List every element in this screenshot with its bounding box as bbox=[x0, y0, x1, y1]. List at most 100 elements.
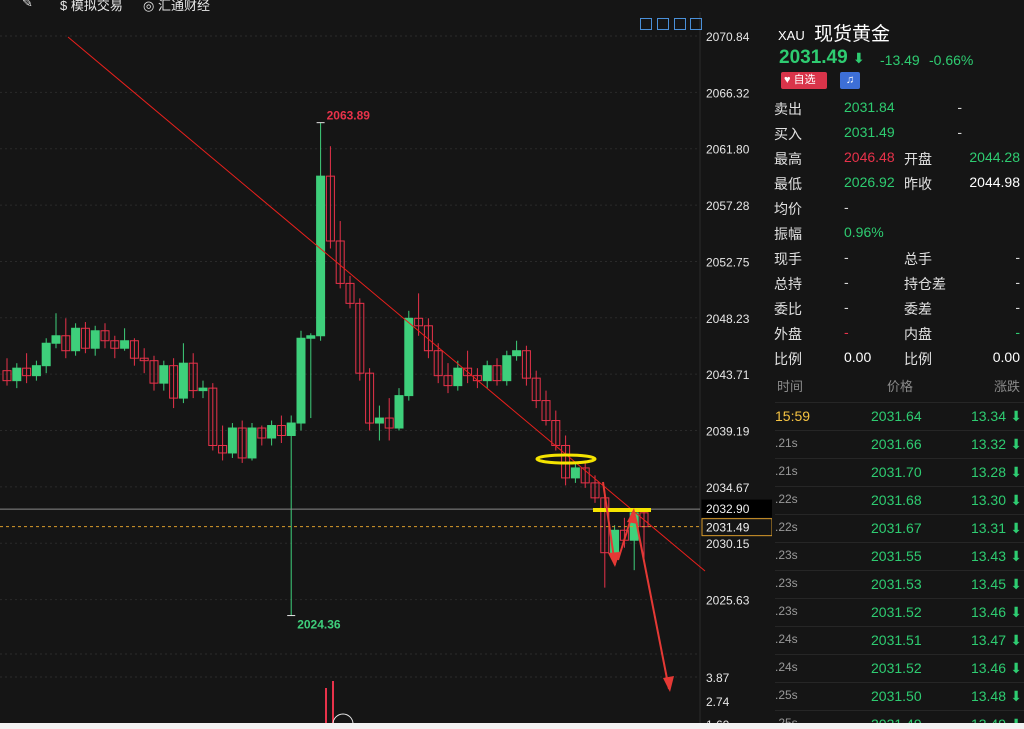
price-axis-label: 2039.19 bbox=[706, 425, 750, 439]
quote-label: 开盘 bbox=[904, 151, 932, 167]
zoom-icon[interactable] bbox=[657, 18, 669, 30]
candle-body bbox=[286, 422, 296, 437]
tick-time: 15:59 bbox=[775, 408, 811, 424]
news-label: 汇通财经 bbox=[157, 0, 210, 12]
tick-price: 2031.68 bbox=[871, 492, 922, 508]
tick-change: 13.46 bbox=[970, 604, 1006, 620]
candle-body bbox=[316, 175, 326, 337]
candlestick-chart[interactable]: 2070.84 2066.32 2061.80 2057.28 2052.75 2048.… bbox=[0, 12, 772, 729]
price-axis-label: 2052.75 bbox=[706, 255, 750, 269]
price-axis-label: 2043.71 bbox=[706, 368, 750, 382]
tick-row: 15:59 2031.64 13.34 ⬇ bbox=[775, 402, 1024, 430]
down-arrow-icon: ⬇ bbox=[1010, 604, 1022, 620]
quote-value: - bbox=[1015, 299, 1020, 315]
tick-row: .23s 2031.53 13.45 ⬇ bbox=[775, 570, 1024, 598]
play-icon[interactable] bbox=[674, 18, 686, 30]
news-icon: ◎ bbox=[143, 0, 155, 12]
candle-body bbox=[570, 467, 580, 479]
trend-line bbox=[67, 36, 706, 572]
step-icon[interactable] bbox=[690, 18, 702, 30]
quote-value: 0.96% bbox=[844, 224, 884, 240]
candle-body bbox=[90, 330, 100, 349]
tick-row: .21s 2031.70 13.28 ⬇ bbox=[775, 458, 1024, 486]
candle-body bbox=[296, 337, 306, 424]
crosshair-icon[interactable] bbox=[640, 18, 652, 30]
tick-row: .21s 2031.66 13.32 ⬇ bbox=[775, 430, 1024, 458]
quote-label: 内盘 bbox=[904, 326, 932, 342]
candle-body bbox=[71, 327, 81, 352]
pencil-icon[interactable]: ✎ bbox=[22, 0, 33, 11]
candle-body bbox=[306, 335, 316, 339]
quote-value: - bbox=[844, 274, 849, 290]
quote-row: 买入 2031.49 - bbox=[772, 124, 1024, 149]
price-axis-label: 2061.80 bbox=[706, 143, 750, 157]
quote-value: 2046.48 bbox=[844, 149, 895, 165]
quote-row: 均价 - bbox=[772, 199, 1024, 224]
candle-body bbox=[198, 387, 208, 392]
quote-row: 外盘 - 内盘 - bbox=[772, 324, 1024, 349]
price-axis-label: 2025.63 bbox=[706, 594, 750, 608]
volume-axis-label: 2.74 bbox=[706, 695, 730, 709]
down-arrow-icon: ⬇ bbox=[1010, 576, 1022, 592]
candle-body bbox=[159, 365, 169, 384]
tick-change: 13.46 bbox=[970, 660, 1006, 676]
tick-row: .25s 2031.50 13.48 ⬇ bbox=[775, 682, 1024, 710]
candle-body bbox=[41, 342, 51, 367]
quote-value: - bbox=[1015, 274, 1020, 290]
quote-value: - bbox=[1015, 324, 1020, 340]
tick-price: 2031.55 bbox=[871, 548, 922, 564]
price-axis-label: 2070.84 bbox=[706, 30, 750, 44]
candle-body bbox=[512, 350, 522, 357]
tick-price: 2031.51 bbox=[871, 632, 922, 648]
last-price-tag-text: 2032.90 bbox=[706, 502, 750, 516]
current-price-tag-text: 2031.49 bbox=[706, 521, 750, 535]
sim-trade-button[interactable]: $ 模拟交易 bbox=[60, 0, 123, 12]
quote-row: 最低 2026.92 昨收 2044.98 bbox=[772, 174, 1024, 199]
candle-body bbox=[227, 427, 237, 454]
tick-change: 13.31 bbox=[970, 520, 1006, 536]
bottom-strip bbox=[0, 723, 1024, 729]
tick-row: .24s 2031.51 13.47 ⬇ bbox=[775, 626, 1024, 654]
down-arrow-icon: ⬇ bbox=[1010, 436, 1022, 452]
tick-price: 2031.67 bbox=[871, 520, 922, 536]
price-axis-label: 2030.15 bbox=[706, 537, 750, 551]
quote-label: 比例 bbox=[904, 351, 932, 367]
quote-row: 委比 - 委差 - bbox=[772, 299, 1024, 324]
down-arrow-icon: ⬇ bbox=[852, 50, 865, 66]
symbol-code: XAU bbox=[778, 28, 805, 43]
quote-label: 委差 bbox=[904, 301, 932, 317]
quote-row: 现手 - 总手 - bbox=[772, 249, 1024, 274]
quote-panel: XAU 现货黄金 2031.49 ⬇ -13.49 -0.66% ♥ 自选 ♫ … bbox=[772, 12, 1024, 729]
tick-change: 13.30 bbox=[970, 492, 1006, 508]
quote-label: 最高 bbox=[774, 151, 802, 167]
ticks-header-time: 时间 bbox=[777, 379, 804, 394]
quote-label: 总手 bbox=[904, 251, 932, 267]
quote-label: 外盘 bbox=[774, 326, 802, 342]
down-arrow-icon: ⬇ bbox=[1010, 464, 1022, 480]
chart-area[interactable]: 2070.84 2066.32 2061.80 2057.28 2052.75 2048.… bbox=[0, 12, 772, 729]
quote-label: 振幅 bbox=[774, 226, 802, 242]
tick-price: 2031.52 bbox=[871, 604, 922, 620]
price-axis-label: 2066.32 bbox=[706, 86, 750, 100]
tick-row: .24s 2031.52 13.46 ⬇ bbox=[775, 654, 1024, 682]
down-arrow-icon: ⬇ bbox=[1010, 660, 1022, 676]
candle-body bbox=[404, 317, 414, 397]
quote-value: - bbox=[844, 249, 849, 265]
candle-body bbox=[267, 425, 277, 439]
quote-value: 0.00 bbox=[992, 349, 1020, 365]
tick-change: 13.28 bbox=[970, 464, 1006, 480]
news-button[interactable]: ◎ 汇通财经 bbox=[143, 0, 210, 12]
quote-label: 持仓差 bbox=[904, 276, 946, 292]
quote-value: 2031.49 bbox=[844, 124, 895, 140]
tick-change: 13.47 bbox=[970, 632, 1006, 648]
favorite-button[interactable]: ♥ 自选 bbox=[781, 72, 827, 89]
bell-icon[interactable]: ♫ bbox=[840, 72, 860, 89]
ticks-header-change: 涨跌 bbox=[994, 379, 1021, 394]
down-arrow-icon: ⬇ bbox=[1010, 632, 1022, 648]
quote-label: 昨收 bbox=[904, 176, 932, 192]
candle-body bbox=[12, 367, 22, 382]
tick-time: .23s bbox=[775, 548, 798, 562]
quote-value: - bbox=[957, 124, 962, 140]
quote-row: 比例 0.00 比例 0.00 bbox=[772, 349, 1024, 374]
quote-row: 振幅 0.96% bbox=[772, 224, 1024, 249]
